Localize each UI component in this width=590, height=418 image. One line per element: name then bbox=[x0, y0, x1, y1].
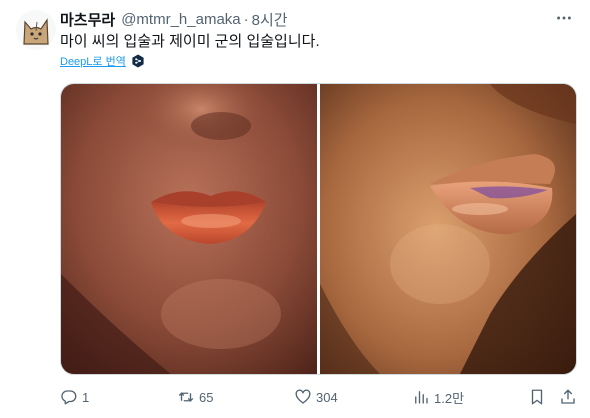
bookmark-icon bbox=[531, 389, 543, 405]
user-handle[interactable]: @mtmr_h_amaka bbox=[121, 11, 240, 28]
timestamp[interactable]: 8시간 bbox=[252, 9, 288, 30]
bookmark-button[interactable] bbox=[528, 388, 546, 406]
lips-photo-right bbox=[320, 84, 576, 374]
more-button[interactable] bbox=[554, 8, 574, 28]
tweet-header: 마츠무라 @mtmr_h_amaka · 8시간 bbox=[60, 9, 288, 29]
avatar[interactable] bbox=[16, 10, 56, 50]
cat-avatar-icon bbox=[23, 18, 49, 45]
share-icon bbox=[561, 389, 575, 404]
photo-right-lips[interactable] bbox=[320, 84, 576, 374]
reply-icon bbox=[61, 390, 77, 405]
action-bar: 1 65 304 1.2만 bbox=[60, 387, 577, 407]
retweet-count: 65 bbox=[199, 389, 214, 405]
display-name[interactable]: 마츠무라 bbox=[60, 9, 115, 30]
views-count: 1.2만 bbox=[434, 390, 465, 406]
more-icon bbox=[557, 16, 571, 20]
like-button[interactable]: 304 bbox=[294, 388, 338, 406]
retweet-button[interactable]: 65 bbox=[177, 388, 213, 406]
share-button[interactable] bbox=[559, 388, 577, 406]
reply-button[interactable]: 1 bbox=[60, 388, 89, 406]
like-count: 304 bbox=[316, 389, 338, 405]
separator-dot: · bbox=[243, 10, 249, 28]
views-button[interactable]: 1.2만 bbox=[412, 388, 464, 407]
translate-link[interactable]: DeepL로 번역 bbox=[60, 52, 145, 70]
tweet-text: 마이 씨의 입술과 제이미 군의 입술입니다. bbox=[60, 33, 320, 50]
like-icon bbox=[295, 389, 311, 404]
reply-count: 1 bbox=[82, 389, 90, 405]
retweet-icon bbox=[178, 392, 194, 402]
views-icon bbox=[415, 391, 428, 404]
translate-label[interactable]: DeepL로 번역 bbox=[60, 53, 126, 69]
photo-left-lips[interactable] bbox=[61, 84, 317, 374]
deepl-icon bbox=[132, 54, 144, 68]
media-grid[interactable] bbox=[60, 83, 577, 375]
lips-photo-left bbox=[61, 84, 317, 374]
